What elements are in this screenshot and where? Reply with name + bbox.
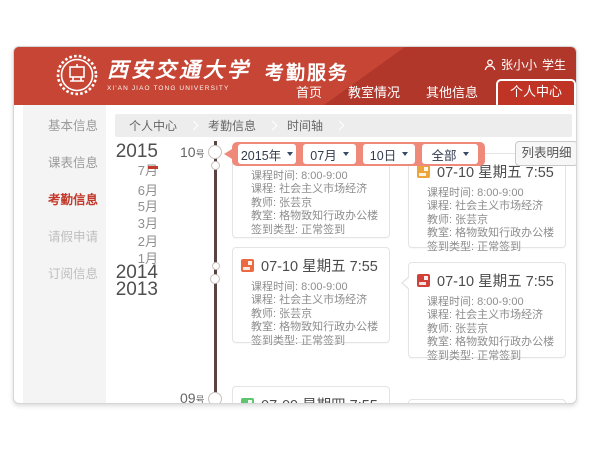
attendance-status-icon: [241, 398, 254, 404]
top-nav: 首页 教室情况 其他信息 个人中心: [283, 79, 576, 105]
card-field-row: 课程时间: 8:00-9:00: [251, 281, 385, 294]
timeline-year-2013[interactable]: 2013: [61, 279, 158, 301]
card-header: 07-10 星期五 7:55: [409, 263, 565, 291]
user-icon: [484, 59, 496, 71]
card-field-row: 签到类型: 正常签到: [251, 335, 385, 348]
timeline-month-7[interactable]: 7月: [61, 160, 158, 179]
attendance-status-icon: [417, 274, 430, 287]
nav-item-classrooms[interactable]: 教室情况: [335, 81, 413, 105]
month-dropdown-value: 07月: [310, 145, 336, 164]
timeline-node-dot: [211, 161, 220, 170]
date-filter-bar: 2015年 07月 10日 全部: [232, 142, 485, 166]
day-unit: 号: [196, 149, 205, 159]
attendance-card: 07-10 星期五 7:55 课程时间: 8:00-9:00课程: 社会主义市场…: [408, 262, 566, 358]
app-window: 西安交通大学 XI'AN JIAO TONG UNIVERSITY 考勤服务 张…: [13, 46, 577, 404]
chevron-right-icon: [335, 121, 345, 131]
caret-down-icon: [402, 152, 408, 156]
card-field-row: 教室: 格物致知行政办公楼: [251, 210, 385, 223]
card-field-row: 课程: 社会主义市场经济: [427, 200, 561, 213]
breadcrumb-attendance-info[interactable]: 考勤信息: [208, 117, 256, 134]
card-field-row: 课程时间: 8:00-9:00: [427, 296, 561, 309]
month-dropdown[interactable]: 07月: [303, 144, 356, 164]
nav-item-personal-center[interactable]: 个人中心: [496, 79, 576, 105]
card-field-row: 教师: 张芸京: [427, 323, 561, 336]
breadcrumb-personal-center[interactable]: 个人中心: [129, 117, 177, 134]
card-field-row: 教师: 张芸京: [427, 214, 561, 227]
user-role: 学生: [542, 56, 566, 73]
card-field-row: 教师: 张芸京: [251, 308, 385, 321]
caret-down-icon: [463, 152, 469, 156]
chevron-right-icon: [189, 121, 199, 131]
list-detail-button[interactable]: 列表明细: [515, 141, 577, 166]
card-field-row: 课程时间: 8:00-9:00: [251, 170, 385, 183]
card-title: 07-10 星期五 7:55: [261, 255, 378, 276]
timeline-node-dot: [212, 262, 220, 270]
type-dropdown-value: 全部: [431, 145, 456, 164]
app-header: 西安交通大学 XI'AN JIAO TONG UNIVERSITY 考勤服务 张…: [14, 47, 577, 105]
card-field-row: 教室: 格物致知行政办公楼: [427, 227, 561, 240]
card-fields: 课程时间: 8:00-9:00课程: 社会主义市场经济教师: 张芸京教室: 格物…: [233, 276, 389, 348]
card-fields: 课程时间: 8:00-9:00课程: 社会主义市场经济教师: 张芸京教室: 格物…: [409, 182, 565, 254]
card-field-row: 课程: 社会主义市场经济: [251, 294, 385, 307]
current-month-marker: [148, 166, 158, 169]
attendance-status-icon: [241, 259, 254, 272]
year-dropdown[interactable]: 2015年: [238, 144, 296, 164]
timeline-month-3[interactable]: 3月: [61, 213, 158, 232]
card-field-row: 课程: 社会主义市场经济: [427, 309, 561, 322]
card-field-row: 课程时间: 8:00-9:00: [427, 187, 561, 200]
day-dropdown[interactable]: 10日: [363, 144, 415, 164]
university-name-zh: 西安交通大学: [107, 59, 251, 83]
nav-item-home[interactable]: 首页: [283, 81, 335, 105]
card-field-row: 签到类型: 正常签到: [427, 350, 561, 363]
university-name-block: 西安交通大学 XI'AN JIAO TONG UNIVERSITY: [107, 59, 251, 92]
attendance-card: 07-10 星期五 7:55 课程时间: 8:00-9:00课程: 社会主义市场…: [408, 153, 566, 248]
day-number: 09: [180, 390, 196, 404]
year-dropdown-value: 2015年: [241, 145, 281, 164]
card-title: 07-09 星期四 7:55: [261, 394, 378, 404]
breadcrumb: 个人中心 考勤信息 时间轴: [115, 114, 572, 137]
day-number: 10: [180, 144, 196, 160]
caret-down-icon: [343, 152, 349, 156]
caret-down-icon: [287, 152, 293, 156]
timeline-node-dot: [208, 392, 222, 404]
page: 西安交通大学 XI'AN JIAO TONG UNIVERSITY 考勤服务 张…: [0, 0, 600, 450]
breadcrumb-timeline[interactable]: 时间轴: [287, 117, 323, 134]
user-name: 张小小: [501, 56, 537, 73]
nav-item-other-info[interactable]: 其他信息: [413, 81, 491, 105]
card-fields: 课程时间: 8:00-9:00课程: 社会主义市场经济教师: 张芸京教室: 格物…: [233, 157, 389, 237]
card-field-row: 课程: 社会主义市场经济: [251, 183, 385, 196]
card-fields: 课程时间: 8:00-9:00课程: 社会主义市场经济教师: 张芸京教室: 格物…: [409, 291, 565, 363]
day-unit: 号: [196, 395, 205, 404]
card-header: 07-10 星期五 7:55: [233, 248, 389, 276]
card-header: 07-09 星期四 7:55: [233, 387, 389, 404]
university-logo-icon: [56, 54, 98, 96]
card-field-row: 签到类型: 正常签到: [427, 241, 561, 254]
timeline-node-dot: [210, 274, 220, 284]
attendance-card: 课程时间: 8:00-9:00课程: 社会主义市场经济教师: 张芸京教室: 格物…: [232, 156, 390, 238]
attendance-card: 07-09 星期四 7:55: [232, 386, 390, 404]
sidebar-item-basic-info[interactable]: 基本信息: [23, 108, 106, 145]
card-title: 07-10 星期五 7:55: [437, 270, 554, 291]
card-field-row: 教师: 张芸京: [251, 197, 385, 210]
type-dropdown[interactable]: 全部: [422, 144, 478, 164]
timeline-node-dot: [208, 145, 222, 159]
timeline-axis: [214, 141, 217, 404]
user-info[interactable]: 张小小 学生: [484, 56, 566, 73]
attendance-status-icon: [417, 165, 430, 178]
attendance-card-partial: [408, 399, 566, 404]
university-name-en: XI'AN JIAO TONG UNIVERSITY: [107, 85, 251, 92]
card-field-row: 教室: 格物致知行政办公楼: [251, 321, 385, 334]
attendance-card: 07-10 星期五 7:55 课程时间: 8:00-9:00课程: 社会主义市场…: [232, 247, 390, 343]
card-field-row: 签到类型: 正常签到: [251, 224, 385, 237]
day-dropdown-value: 10日: [370, 145, 396, 164]
chevron-right-icon: [268, 121, 278, 131]
card-field-row: 教室: 格物致知行政办公楼: [427, 336, 561, 349]
